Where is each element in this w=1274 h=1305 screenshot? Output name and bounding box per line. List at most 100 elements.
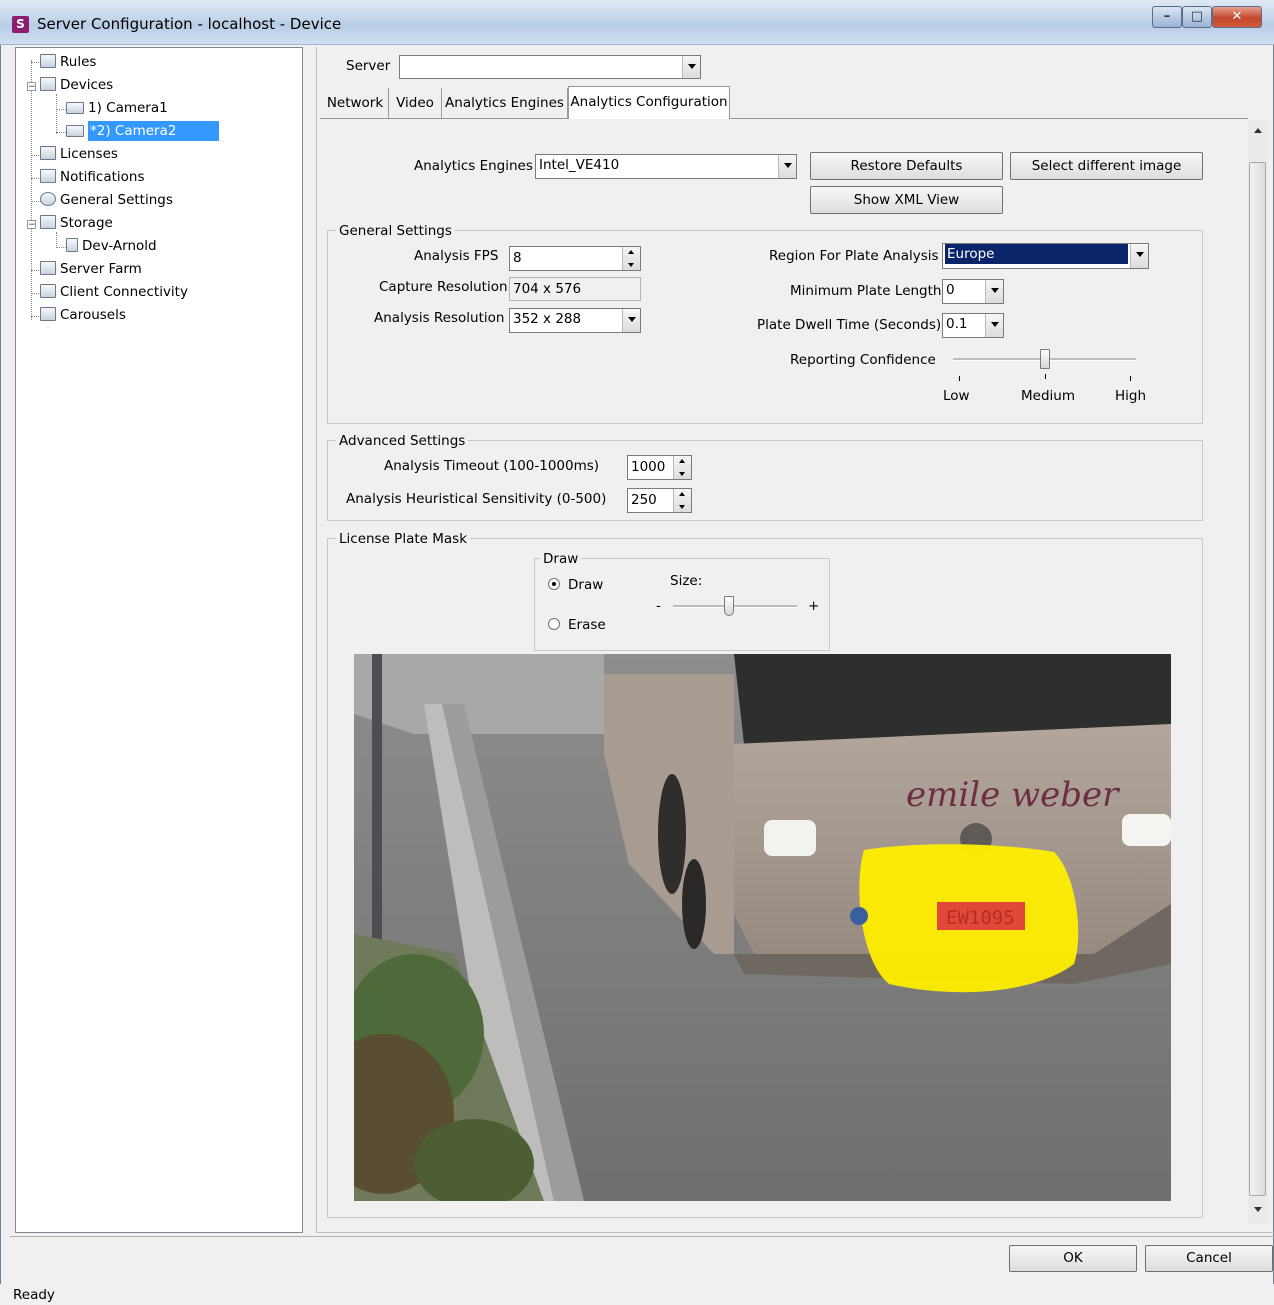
analysis-resolution-label: Analysis Resolution [374, 310, 505, 326]
carousels-icon [40, 307, 56, 321]
camera-snapshot[interactable]: emile weber EW1095 [354, 654, 1171, 1201]
minimum-plate-length-label: Minimum Plate Length [790, 283, 942, 299]
status-text: Ready [13, 1287, 55, 1303]
chevron-down-icon [682, 56, 700, 78]
devices-collapse-icon[interactable]: − [27, 82, 36, 92]
cancel-button[interactable]: Cancel [1145, 1245, 1273, 1272]
analysis-timeout-label: Analysis Timeout (100-1000ms) [384, 458, 600, 474]
storage-collapse-icon[interactable]: − [27, 220, 36, 230]
plate-dwell-time-select[interactable]: 0.1 [942, 313, 1004, 338]
plate-dwell-time-label: Plate Dwell Time (Seconds) [757, 317, 942, 333]
slider-tick [959, 376, 960, 381]
scrollbar-thumb[interactable] [1249, 162, 1266, 1196]
region-select[interactable]: Europe [942, 243, 1149, 269]
bus-brand-text: emile weber [906, 775, 1120, 815]
rules-icon [40, 54, 56, 68]
licenses-icon [40, 146, 56, 160]
storage-icon [40, 215, 56, 229]
analysis-fps-spinner[interactable]: 8 [509, 246, 641, 271]
analytics-engines-label: Analytics Engines [414, 158, 533, 174]
slider-tick [1045, 374, 1046, 379]
notifications-icon [40, 169, 56, 183]
tree-item-general-settings[interactable]: General Settings [40, 190, 173, 210]
chevron-down-icon [622, 309, 640, 332]
capture-resolution-field: 704 x 576 [509, 277, 641, 301]
capture-resolution-label: Capture Resolution [379, 279, 508, 295]
reporting-confidence-label: Reporting Confidence [790, 352, 936, 368]
minimize-button[interactable]: – [1152, 6, 1182, 28]
scroll-down-icon[interactable] [1254, 1207, 1262, 1212]
tree-item-licenses[interactable]: Licenses [40, 144, 118, 164]
scroll-up-icon[interactable] [1254, 128, 1262, 133]
divider [10, 1236, 1274, 1237]
up-down-arrows-icon[interactable] [673, 489, 691, 512]
server-farm-icon [40, 261, 56, 275]
erase-radio[interactable] [548, 618, 560, 630]
license-plate-mask-title: License Plate Mask [336, 531, 471, 547]
vertical-scrollbar[interactable] [1248, 120, 1268, 1224]
close-button[interactable]: ✕ [1212, 6, 1262, 28]
show-xml-view-button[interactable]: Show XML View [810, 186, 1003, 214]
up-down-arrows-icon[interactable] [622, 247, 640, 270]
advanced-settings-group [327, 440, 1203, 521]
draw-option-label: Draw [568, 577, 604, 593]
chevron-down-icon [778, 155, 796, 178]
confidence-medium-label: Medium [1021, 388, 1075, 404]
chevron-down-icon [985, 314, 1003, 337]
tab-analytics-configuration[interactable]: Analytics Configuration [568, 86, 730, 119]
tree-item-camera2[interactable]: *2) Camera2 [66, 121, 219, 141]
tree-item-storage[interactable]: Storage [40, 213, 113, 233]
analysis-fps-label: Analysis FPS [414, 248, 499, 264]
general-settings-icon [40, 192, 56, 206]
maximize-button[interactable]: □ [1182, 6, 1212, 28]
brush-size-slider-track[interactable] [673, 605, 797, 608]
tree-item-dev-arnold[interactable]: Dev-Arnold [66, 236, 157, 256]
region-label: Region For Plate Analysis [769, 248, 939, 264]
bus-image: emile weber EW1095 [354, 654, 1171, 1201]
select-different-image-button[interactable]: Select different image [1010, 152, 1203, 180]
chevron-down-icon [1130, 244, 1148, 268]
draw-radio[interactable] [548, 578, 560, 590]
restore-defaults-button[interactable]: Restore Defaults [810, 152, 1003, 180]
minimum-plate-length-select[interactable]: 0 [942, 279, 1004, 304]
navigation-tree: − − Rules Devices 1) Camera1 *2) Camera2… [15, 47, 303, 1233]
ok-button[interactable]: OK [1009, 1245, 1137, 1272]
analysis-timeout-spinner[interactable]: 1000 [627, 455, 692, 480]
title-bar: S Server Configuration - localhost - Dev… [0, 0, 1274, 45]
tree-item-camera1[interactable]: 1) Camera1 [66, 98, 168, 118]
tab-analytics-engines[interactable]: Analytics Engines [442, 88, 568, 119]
heuristic-sensitivity-spinner[interactable]: 250 [627, 488, 692, 513]
advanced-settings-title: Advanced Settings [336, 433, 469, 449]
brush-size-slider-thumb[interactable] [723, 596, 734, 616]
tab-video[interactable]: Video [389, 88, 442, 119]
analytics-engine-select[interactable]: Intel_VE410 [535, 154, 797, 179]
app-icon: S [12, 16, 29, 33]
tree-item-rules[interactable]: Rules [40, 52, 96, 72]
tab-network[interactable]: Network [322, 88, 389, 119]
devices-icon [40, 77, 56, 91]
erase-option-label: Erase [568, 617, 606, 633]
plate-text: EW1095 [946, 907, 1015, 929]
server-select[interactable] [399, 55, 701, 79]
draw-group-title: Draw [540, 551, 582, 567]
slider-tick [1130, 376, 1131, 381]
tree-item-client-connectivity[interactable]: Client Connectivity [40, 282, 188, 302]
confidence-high-label: High [1115, 388, 1147, 404]
up-down-arrows-icon[interactable] [673, 456, 691, 479]
chevron-down-icon [985, 280, 1003, 303]
storage-device-icon [66, 238, 78, 252]
confidence-low-label: Low [943, 388, 970, 404]
size-minus-label: - [656, 598, 661, 614]
tree-item-notifications[interactable]: Notifications [40, 167, 145, 187]
tree-item-devices[interactable]: Devices [40, 75, 113, 95]
analysis-resolution-select[interactable]: 352 x 288 [509, 308, 641, 333]
client-connectivity-icon [40, 284, 56, 298]
size-plus-label: + [808, 598, 820, 614]
confidence-slider-thumb[interactable] [1039, 349, 1050, 369]
general-settings-title: General Settings [336, 223, 455, 239]
status-bar: Ready [0, 1284, 1274, 1305]
heuristic-sensitivity-label: Analysis Heuristical Sensitivity (0-500) [346, 491, 607, 507]
tree-item-server-farm[interactable]: Server Farm [40, 259, 142, 279]
brush-size-label: Size: [670, 573, 703, 589]
tree-item-carousels[interactable]: Carousels [40, 305, 126, 325]
